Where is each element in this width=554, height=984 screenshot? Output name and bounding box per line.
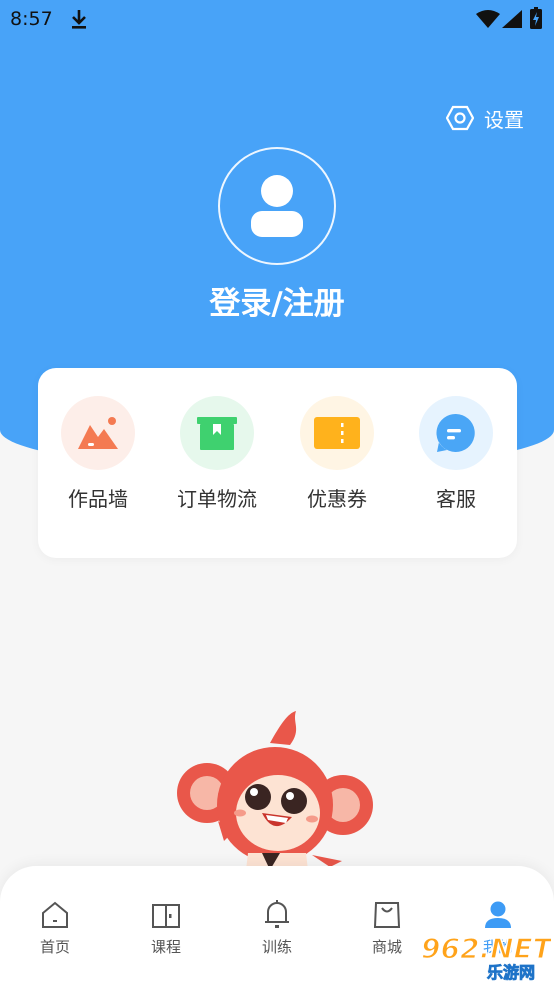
home-icon bbox=[42, 901, 68, 928]
svg-text:乐游网: 乐游网 bbox=[487, 963, 535, 982]
quick-action-label: 作品墙 bbox=[68, 487, 128, 511]
chat-icon bbox=[419, 396, 493, 470]
gallery-icon bbox=[61, 396, 135, 470]
quick-action-label: 客服 bbox=[436, 487, 476, 511]
avatar[interactable] bbox=[218, 147, 336, 265]
status-bar: 8:57 bbox=[0, 0, 554, 40]
svg-text:962.NET: 962.NET bbox=[421, 932, 551, 965]
signal-icon bbox=[502, 10, 522, 28]
tab-courses[interactable]: 课程 bbox=[126, 898, 206, 957]
wifi-icon bbox=[476, 10, 500, 28]
quick-actions-card: 作品墙 订单物流 优惠券 客服 bbox=[38, 368, 517, 558]
quick-action-customer-service[interactable]: 客服 bbox=[396, 396, 516, 512]
bag-icon bbox=[373, 902, 401, 928]
login-register-link[interactable]: 登录/注册 bbox=[0, 278, 554, 323]
quick-action-gallery[interactable]: 作品墙 bbox=[38, 396, 158, 512]
tab-label: 训练 bbox=[261, 938, 292, 956]
download-icon bbox=[72, 10, 86, 29]
quick-action-coupons[interactable]: 优惠券 bbox=[277, 396, 397, 512]
user-avatar-icon bbox=[251, 175, 303, 237]
book-icon bbox=[152, 904, 180, 928]
battery-icon bbox=[530, 7, 542, 29]
quick-action-orders[interactable]: 订单物流 bbox=[157, 396, 277, 512]
status-time: 8:57 bbox=[10, 8, 53, 30]
monkey-mascot-illustration bbox=[177, 711, 373, 870]
coupon-icon bbox=[300, 396, 374, 470]
settings-label: 设置 bbox=[484, 107, 524, 132]
tab-home[interactable]: 首页 bbox=[15, 898, 95, 957]
user-icon bbox=[485, 901, 511, 928]
quick-action-label: 优惠券 bbox=[307, 487, 367, 511]
tab-label: 首页 bbox=[39, 938, 70, 956]
tab-label: 课程 bbox=[150, 938, 181, 956]
bell-icon bbox=[265, 900, 289, 928]
quick-action-label: 订单物流 bbox=[177, 487, 257, 511]
package-icon bbox=[180, 396, 254, 470]
settings-button[interactable]: 设置 bbox=[446, 103, 524, 133]
tab-training[interactable]: 训练 bbox=[237, 898, 317, 957]
watermark-logo: 962.NET 乐游网 bbox=[420, 931, 551, 982]
settings-icon bbox=[446, 105, 474, 131]
